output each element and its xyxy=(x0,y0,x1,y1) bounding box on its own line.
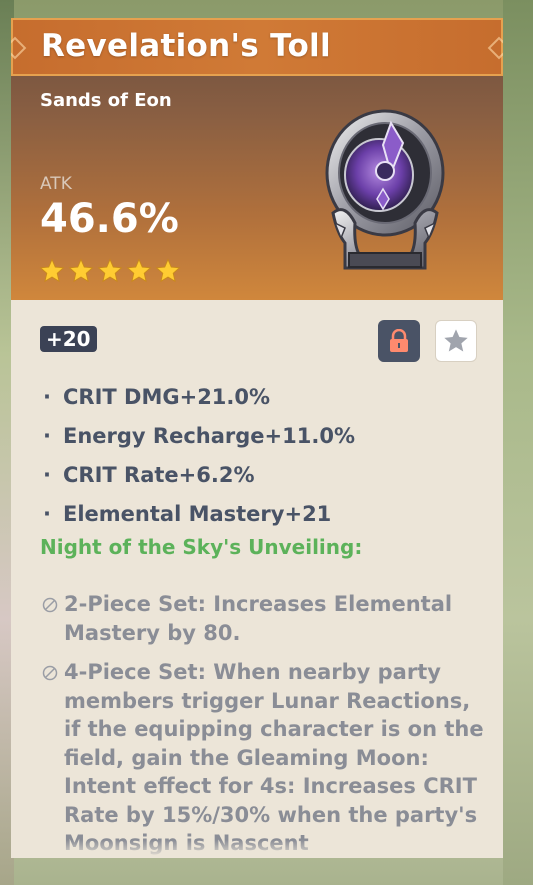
artifact-body: +20 · CRIT DMG+21.0% · Energy Recharge+11.… xyxy=(11,300,503,858)
main-stat-value: 46.6% xyxy=(40,196,179,242)
set-effect-4pc-text: 4-Piece Set: When nearby party members t… xyxy=(64,660,484,855)
substat-label: CRIT Rate+6.2% xyxy=(63,463,255,487)
substat-label: Elemental Mastery+21 xyxy=(63,502,332,526)
circle-slash-icon xyxy=(42,665,58,681)
rarity-star-icon xyxy=(97,258,123,283)
lock-icon xyxy=(390,329,408,352)
artifact-slot: Sands of Eon xyxy=(40,90,172,111)
substat-item: · CRIT Rate+6.2% xyxy=(43,456,355,495)
lock-button[interactable] xyxy=(378,320,420,362)
set-effect-2pc: 2-Piece Set: Increases Elemental Mastery… xyxy=(42,590,487,647)
substat-label: CRIT DMG+21.0% xyxy=(63,385,271,409)
artifact-sands-image xyxy=(325,109,445,270)
main-stat-label: ATK xyxy=(40,174,72,194)
artifact-detail-card: Revelation's Toll Sands of Eon ATK 46.6% xyxy=(11,18,503,858)
set-name: Night of the Sky's Unveiling: xyxy=(40,535,363,559)
circle-slash-icon xyxy=(42,597,58,613)
artifact-name: Revelation's Toll xyxy=(41,28,331,64)
substat-label: Energy Recharge+11.0% xyxy=(63,424,355,448)
background-right xyxy=(503,0,533,885)
level-badge: +20 xyxy=(40,326,97,352)
substat-list: · CRIT DMG+21.0% · Energy Recharge+11.0% ·… xyxy=(43,378,355,534)
title-ornament-right xyxy=(487,36,503,60)
title-bar: Revelation's Toll xyxy=(11,18,503,76)
rarity-stars xyxy=(39,258,181,284)
substat-item: · CRIT DMG+21.0% xyxy=(43,378,355,417)
set-effect-2pc-text: 2-Piece Set: Increases Elemental Mastery… xyxy=(64,592,453,645)
rarity-star-icon xyxy=(68,258,94,283)
title-ornament-left xyxy=(11,36,27,60)
rarity-star-icon xyxy=(39,258,65,283)
star-icon xyxy=(444,329,468,352)
scroll-fade xyxy=(11,840,503,858)
rarity-star-icon xyxy=(126,258,152,283)
favorite-button[interactable] xyxy=(435,320,477,362)
artifact-header: Revelation's Toll Sands of Eon ATK 46.6% xyxy=(11,18,503,300)
substat-item: · Energy Recharge+11.0% xyxy=(43,417,355,456)
set-effect-4pc: 4-Piece Set: When nearby party members t… xyxy=(42,658,487,858)
substat-item: · Elemental Mastery+21 xyxy=(43,495,355,534)
rarity-star-icon xyxy=(155,258,181,283)
